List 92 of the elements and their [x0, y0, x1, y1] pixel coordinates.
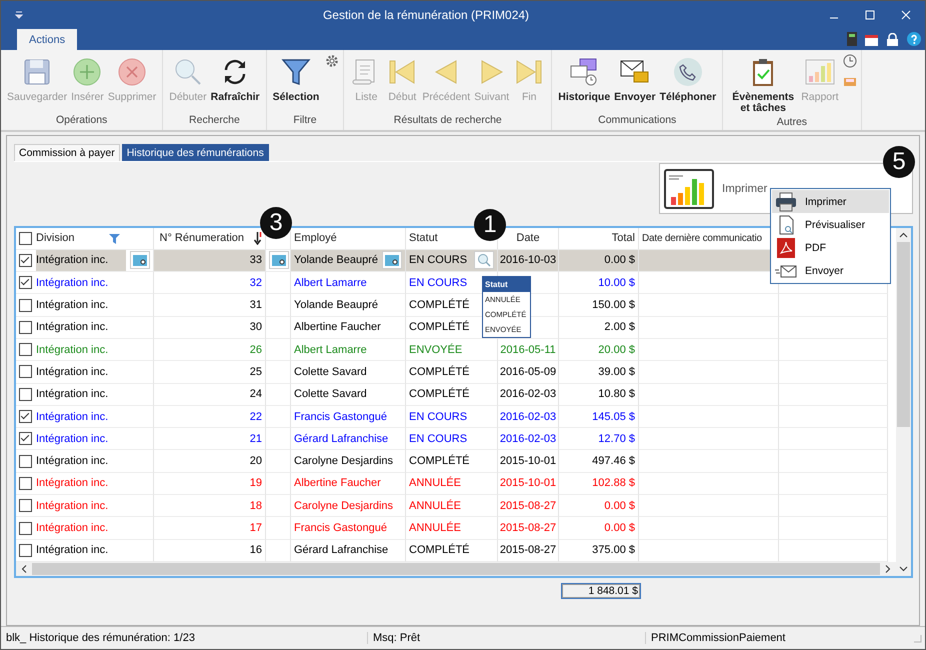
table-cell: 2016-02-03	[500, 410, 556, 423]
dropdown-header: Statut	[483, 277, 530, 292]
grand-total-field: 1 848.01 $	[561, 583, 641, 599]
table-cell: 2016-02-03	[500, 432, 556, 445]
table-cell: 20.00 $	[598, 344, 635, 356]
table-cell-text: Intégration inc.	[36, 522, 110, 534]
table-cell: 2016-05-09	[500, 366, 556, 378]
table-cell-text: Intégration inc.	[36, 299, 110, 312]
table-cell: 22	[154, 406, 266, 428]
table-cell-text: ANNULÉE	[409, 500, 462, 512]
table-cell: 33	[154, 250, 266, 272]
callout-number: 3	[260, 207, 292, 239]
table-cell-text: ENVOYÉE	[409, 344, 464, 356]
table-cell: 21	[154, 428, 266, 450]
table-cell-text: COMPLÉTÉ	[409, 544, 471, 556]
table-cell-text: Albert Lamarre	[294, 344, 368, 356]
table-cell-text: Intégration inc.	[36, 455, 110, 468]
table-cell-text: Intégration inc.	[36, 544, 110, 556]
table-cell-text: Carolyne Desjardins	[294, 500, 394, 512]
table-cell-text: Intégration inc.	[36, 344, 110, 356]
table-cell-text: Intégration inc.	[36, 500, 110, 512]
table-cell-text: Albertine Faucher	[294, 477, 382, 490]
table-cell: 30	[154, 316, 266, 339]
table-cell-text: EN COURS	[409, 432, 468, 445]
table-cell-text: EN COURS	[409, 254, 468, 266]
callout-number: 5	[883, 146, 915, 178]
group-label: Autres	[776, 116, 808, 130]
table-cell: 17	[154, 517, 266, 540]
table-cell: 2016-05-11	[500, 344, 556, 356]
table-cell: Intégration inc.	[36, 250, 126, 272]
table-cell: 20	[154, 450, 266, 473]
table-cell-text: Intégration inc.	[36, 410, 110, 423]
table-cell: 0.00 $	[604, 500, 635, 512]
table-cell-text: EN COURS	[409, 410, 468, 423]
table-cell-text: Colette Savard	[294, 388, 368, 400]
table-cell: 10.80 $	[598, 388, 635, 400]
table-cell-text: Yolande Beaupré	[294, 254, 380, 266]
table-cell: 18	[154, 495, 266, 518]
table-cell-text: Gérard Lafranchise	[294, 432, 390, 445]
table-cell: 24	[154, 384, 266, 406]
table-cell-text: Intégration inc.	[36, 477, 110, 490]
table-cell: 10.00 $	[598, 276, 635, 289]
status-text: blk_ Historique des rémunération: 1/23	[1, 632, 368, 644]
table-cell: 0.00 $	[604, 254, 635, 266]
group-label: Recherche	[189, 114, 240, 128]
table-cell-text: COMPLÉTÉ	[409, 388, 471, 400]
table-cell: 2016-02-03	[500, 388, 556, 400]
table-cell-text: Francis Gastongué	[294, 410, 388, 423]
table-cell: 150.00 $	[592, 299, 635, 312]
table-cell-text: Intégration inc.	[36, 366, 110, 378]
table-cell: 375.00 $	[592, 544, 635, 556]
status-text: Msq: Prêt	[368, 632, 646, 644]
table-cell: 2015-10-01	[500, 477, 556, 490]
table-cell-text: ANNULÉE	[409, 477, 462, 490]
callout-number: 1	[474, 209, 506, 241]
group-label: Filtre	[293, 114, 317, 128]
table-cell: 0.00 $	[604, 522, 635, 534]
table-cell: 39.00 $	[598, 366, 635, 378]
table-cell: 2015-08-27	[500, 522, 556, 534]
table-cell: 25	[154, 361, 266, 384]
table-cell: 31	[154, 294, 266, 317]
table-cell-text: Intégration inc.	[36, 432, 110, 445]
group-label: Opérations	[56, 114, 108, 128]
table-cell: 145.05 $	[592, 410, 635, 423]
table-cell: 2015-08-27	[500, 544, 556, 556]
window-title: Gestion de la rémunération (PRIM024)	[322, 8, 530, 22]
table-cell-text: Intégration inc.	[36, 388, 110, 400]
group-label: Communications	[598, 114, 676, 128]
table-cell: 2.00 $	[604, 321, 635, 334]
table-cell-text: ANNULÉE	[409, 522, 462, 534]
table-cell: 2015-08-27	[500, 500, 556, 512]
table-cell: 2015-10-01	[500, 455, 556, 468]
table-cell-text: COMPLÉTÉ	[409, 455, 471, 468]
table-cell: 12.70 $	[598, 432, 635, 445]
group-label: Résultats de recherche	[394, 114, 502, 128]
table-cell-text: Intégration inc.	[36, 276, 110, 289]
table-cell-text: COMPLÉTÉ	[409, 366, 471, 378]
table-cell-text: Carolyne Desjardins	[294, 455, 394, 468]
table-cell: 102.88 $	[592, 477, 635, 490]
table-cell-text: Colette Savard	[294, 366, 368, 378]
table-cell-text: Gérard Lafranchise	[294, 544, 390, 556]
table-cell-text: Albert Lamarre	[294, 276, 368, 289]
table-cell-text: Albertine Faucher	[294, 321, 382, 334]
table-cell: 2016-10-03	[500, 254, 556, 266]
table-cell-text: Yolande Beaupré	[294, 299, 380, 312]
table-cell: 26	[154, 338, 266, 362]
table-cell: 32	[154, 272, 266, 294]
table-cell-text: Intégration inc.	[36, 321, 110, 334]
status-text: PRIMCommissionPaiement	[650, 632, 786, 644]
table-cell: 497.46 $	[592, 455, 635, 468]
table-cell-text: Francis Gastongué	[294, 522, 388, 534]
table-cell: 19	[154, 472, 266, 496]
